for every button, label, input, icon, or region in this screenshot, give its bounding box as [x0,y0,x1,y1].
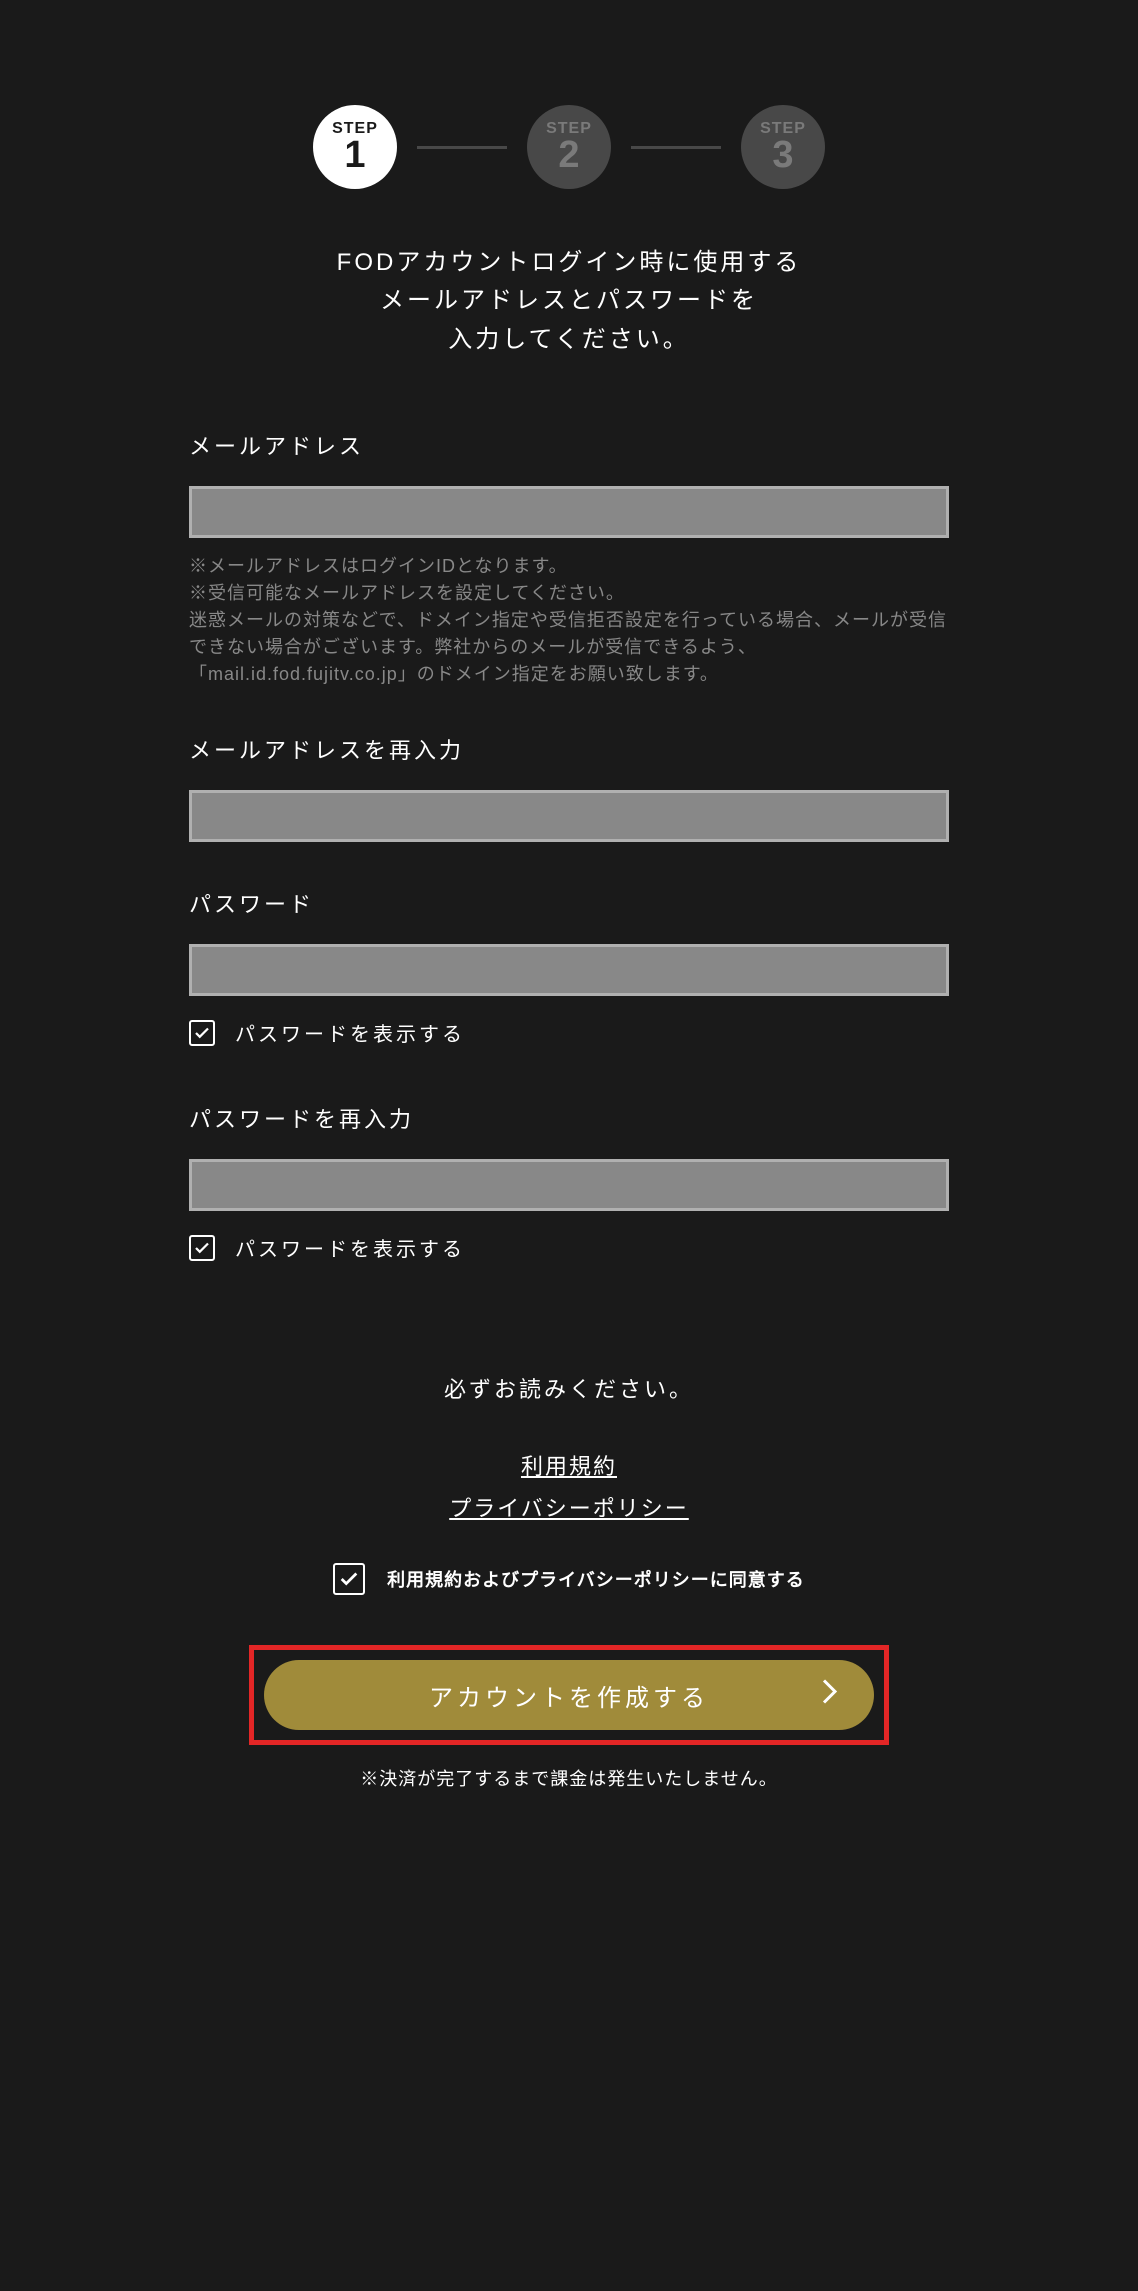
chevron-right-icon [821,1678,839,1713]
email-input[interactable] [189,486,949,538]
email-help-1: ※メールアドレスはログインIDとなります。 [189,553,949,580]
show-password-confirm-label: パスワードを表示する [235,1233,465,1262]
instructions-line-2: メールアドレスとパスワードを [189,282,949,320]
agreement-title: 必ずお読みください。 [189,1372,949,1404]
step-3-circle: STEP 3 [741,105,825,189]
step-2-number: 2 [558,136,579,174]
password-confirm-label: パスワードを再入力 [189,1102,949,1134]
show-password-confirm-checkbox[interactable] [189,1235,215,1261]
email-help-3: 迷惑メールの対策などで、ドメイン指定や受信拒否設定を行っている場合、メールが受信… [189,607,949,688]
create-account-button[interactable]: アカウントを作成する [264,1660,874,1730]
instructions: FODアカウントログイン時に使用する メールアドレスとパスワードを 入力してくだ… [189,244,949,429]
email-confirm-label: メールアドレスを再入力 [189,733,949,765]
step-2-circle: STEP 2 [527,105,611,189]
step-1-number: 1 [344,136,365,174]
privacy-link[interactable]: プライバシーポリシー [189,1491,949,1523]
submit-button-label: アカウントを作成する [429,1678,709,1713]
agreement-checkbox-label: 利用規約およびプライバシーポリシーに同意する [387,1566,805,1592]
agreement-checkbox[interactable] [333,1563,365,1595]
check-icon [193,1239,211,1257]
step-connector-1 [417,146,507,149]
email-label: メールアドレス [189,429,949,461]
terms-link[interactable]: 利用規約 [189,1449,949,1481]
footer-note: ※決済が完了するまで課金は発生いたしません。 [189,1765,949,1791]
check-icon [193,1024,211,1042]
step-3-number: 3 [772,136,793,174]
step-1-circle: STEP 1 [313,105,397,189]
check-icon [338,1568,360,1590]
password-input[interactable] [189,944,949,996]
step-indicator: STEP 1 STEP 2 STEP 3 [189,0,949,244]
email-help-2: ※受信可能なメールアドレスを設定してください。 [189,580,949,607]
show-password-checkbox[interactable] [189,1020,215,1046]
instructions-line-1: FODアカウントログイン時に使用する [189,244,949,282]
show-password-label: パスワードを表示する [235,1018,465,1047]
email-help-text: ※メールアドレスはログインIDとなります。 ※受信可能なメールアドレスを設定して… [189,553,949,688]
password-confirm-input[interactable] [189,1159,949,1211]
password-label: パスワード [189,887,949,919]
email-confirm-input[interactable] [189,790,949,842]
instructions-line-3: 入力してください。 [189,321,949,359]
step-connector-2 [631,146,721,149]
submit-highlight-box: アカウントを作成する [249,1645,889,1745]
